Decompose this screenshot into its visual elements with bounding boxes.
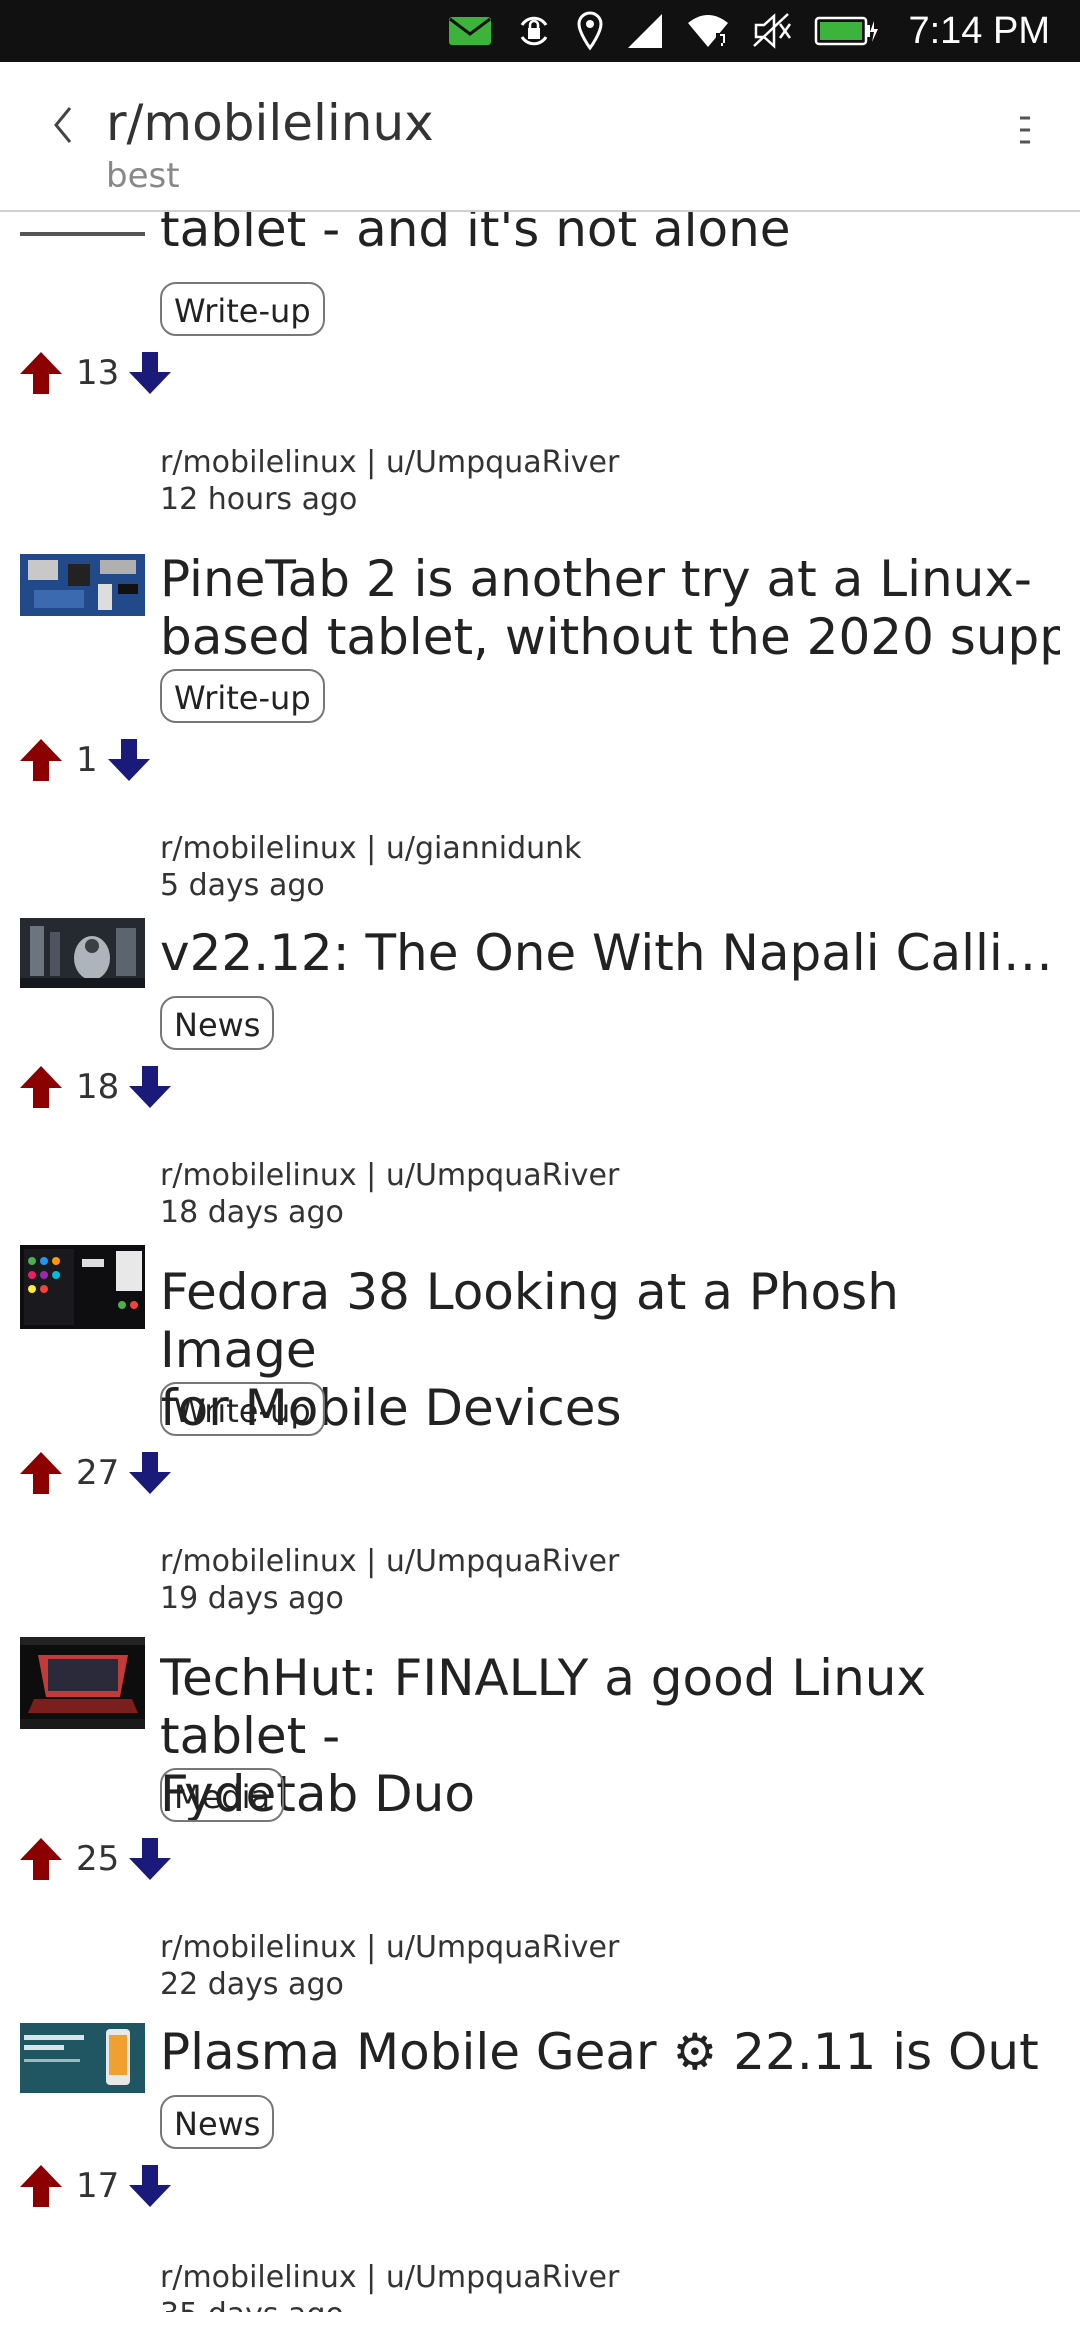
- post-time: 12 hours ago: [160, 482, 358, 517]
- scene-image: [20, 918, 145, 988]
- post-meta: r/mobilelinux | u/UmpquaRiver: [160, 2260, 620, 2295]
- post-time: 22 days ago: [160, 1967, 344, 2002]
- post-thumbnail[interactable]: [20, 2023, 145, 2093]
- post-thumbnail[interactable]: [20, 1637, 145, 1729]
- post-thumbnail[interactable]: [20, 1245, 145, 1329]
- location-icon: [577, 11, 603, 51]
- tablet-video-image: [20, 1637, 145, 1729]
- vote-bar: 13: [18, 348, 173, 398]
- mail-icon: [449, 17, 492, 45]
- upvote-icon[interactable]: [18, 2163, 64, 2209]
- post-title-line: Fydetab Duo: [160, 1765, 475, 1823]
- post-title[interactable]: TechHut: FINALLY a good Linux tablet - F…: [160, 1649, 1060, 1823]
- post-thumbnail[interactable]: [20, 212, 145, 236]
- downvote-icon[interactable]: [106, 737, 152, 783]
- post-score: 27: [76, 1453, 120, 1493]
- post-time: 5 days ago: [160, 868, 325, 903]
- post-score: 17: [76, 2166, 120, 2206]
- back-icon[interactable]: [44, 98, 84, 152]
- post-meta: r/mobilelinux | u/UmpquaRiver: [160, 1158, 620, 1193]
- post-flair: News: [160, 2095, 275, 2149]
- plasma-mobile-image: [20, 2023, 145, 2093]
- post-flair: Write-up: [160, 669, 325, 723]
- post-score: 13: [76, 353, 120, 393]
- vote-bar: 18: [18, 1062, 173, 1112]
- status-icons: 7:14 PM: [448, 0, 1050, 62]
- vote-bar: 27: [18, 1448, 173, 1498]
- post-flair: Write-up: [160, 1382, 325, 1436]
- upvote-icon[interactable]: [18, 350, 64, 396]
- post-thumbnail[interactable]: [20, 918, 145, 988]
- post-score: 25: [76, 1839, 120, 1879]
- post-meta: r/mobilelinux | u/UmpquaRiver: [160, 1544, 620, 1579]
- vote-bar: 17: [18, 2161, 173, 2211]
- post-title[interactable]: tablet - and it's not alone: [160, 212, 1060, 258]
- post-flair: Media: [160, 1768, 285, 1822]
- sort-label[interactable]: best: [106, 156, 180, 196]
- bottom-edge: [0, 2318, 1080, 2340]
- vote-bar: 25: [18, 1834, 173, 1884]
- post-title-line: Fedora 38 Looking at a Phosh Image: [160, 1263, 899, 1379]
- wifi-icon: [688, 15, 729, 47]
- phone-screens-image: [20, 1245, 145, 1329]
- overflow-menu-icon[interactable]: [1010, 110, 1040, 150]
- post-title-line: PineTab 2 is another try at a Linux-: [160, 550, 1032, 608]
- post-thumbnail[interactable]: [20, 554, 145, 616]
- upvote-icon[interactable]: [18, 737, 64, 783]
- downvote-icon[interactable]: [127, 1450, 173, 1496]
- post-title-line: based tablet, without the 2020 supp…: [160, 608, 1060, 666]
- downvote-icon[interactable]: [127, 350, 173, 396]
- post-title[interactable]: v22.12: The One With Napali Calling: [160, 924, 1060, 982]
- post-time: 18 days ago: [160, 1195, 344, 1230]
- post-title[interactable]: Plasma Mobile Gear ⚙ 22.11 is Out: [160, 2023, 1060, 2081]
- signal-icon: [628, 14, 663, 48]
- post-meta: r/mobilelinux | u/UmpquaRiver: [160, 445, 620, 480]
- downvote-icon[interactable]: [127, 1064, 173, 1110]
- upvote-icon[interactable]: [18, 1450, 64, 1496]
- downvote-icon[interactable]: [127, 1836, 173, 1882]
- status-bar: 7:14 PM: [0, 0, 1080, 62]
- post-score: 18: [76, 1067, 120, 1107]
- post-time: 35 days ago: [160, 2296, 344, 2312]
- post-flair: Write-up: [160, 282, 325, 336]
- post-time: 19 days ago: [160, 1581, 344, 1616]
- upvote-icon[interactable]: [18, 1836, 64, 1882]
- post-title-line: TechHut: FINALLY a good Linux tablet -: [160, 1649, 927, 1765]
- post-flair: News: [160, 996, 275, 1050]
- post-meta: r/mobilelinux | u/UmpquaRiver: [160, 1930, 620, 1965]
- post-feed[interactable]: tablet - and it's not alone Write-up 13 …: [0, 212, 1080, 2312]
- downvote-icon[interactable]: [127, 2163, 173, 2209]
- mute-icon: [753, 13, 792, 49]
- post-meta: r/mobilelinux | u/giannidunk: [160, 831, 582, 866]
- vote-bar: 1: [18, 735, 152, 785]
- upvote-icon[interactable]: [18, 1064, 64, 1110]
- post-score: 1: [76, 740, 98, 780]
- page-title: r/mobilelinux: [106, 94, 434, 152]
- post-title[interactable]: PineTab 2 is another try at a Linux- bas…: [160, 550, 1060, 666]
- lock-rotation-icon: [521, 16, 548, 46]
- battery-charging-icon: [815, 16, 879, 46]
- clock: 7:14 PM: [908, 9, 1050, 52]
- app-header: r/mobilelinux best: [0, 62, 1080, 212]
- circuit-board-image: [20, 554, 145, 616]
